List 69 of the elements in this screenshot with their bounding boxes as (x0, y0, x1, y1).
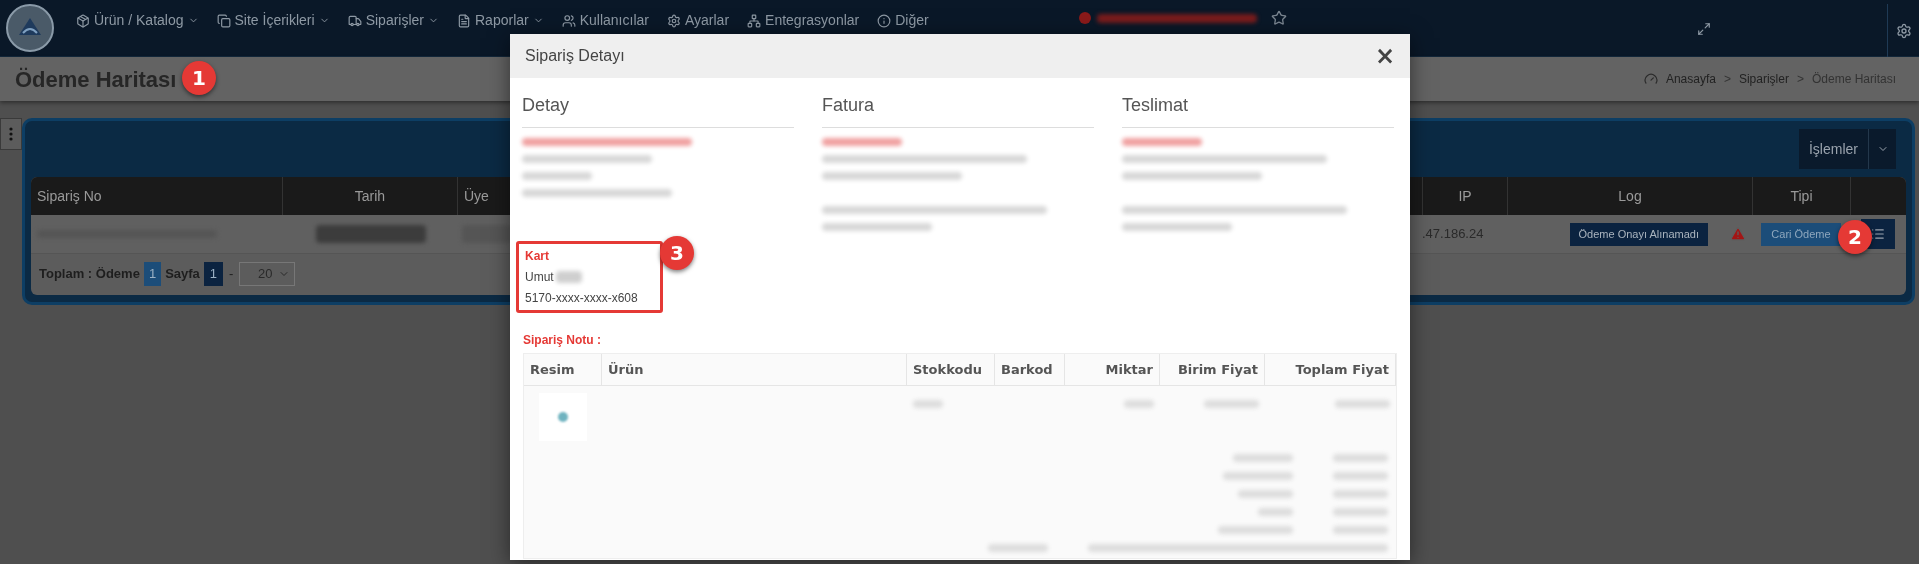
nav-menu-item[interactable]: Ayarlar (666, 10, 730, 31)
menu-icon (666, 13, 681, 28)
redacted-text (1233, 454, 1293, 462)
menu-icon (457, 13, 471, 28)
redacted-text (1335, 400, 1390, 408)
column-header: Ürün (602, 354, 907, 385)
menu-icon (747, 13, 762, 28)
redacted-text (988, 544, 1048, 552)
breadcrumb-separator: > (1796, 71, 1804, 88)
card-number: 5170-xxxx-xxxx-x608 (525, 290, 639, 307)
list-icon (1871, 227, 1885, 241)
redacted-text (1333, 508, 1388, 516)
menu-icon (877, 13, 892, 28)
column-header: Birim Fiyat (1160, 354, 1265, 385)
nav-menu-item[interactable]: Kullanıcılar (561, 10, 649, 31)
menu-icon (216, 13, 231, 28)
total-count: 1 (143, 262, 162, 286)
redacted-text (522, 172, 592, 180)
redacted-text (1333, 472, 1388, 480)
dashboard-icon (1643, 72, 1658, 86)
sidebar-toggle[interactable] (0, 118, 22, 150)
log-status-button[interactable]: Ödeme Onayı Alınamadı (1569, 222, 1708, 246)
menu-icon (76, 13, 90, 28)
redacted-text (1333, 490, 1388, 498)
payment-type-button[interactable]: Cari Ödeme (1761, 222, 1841, 246)
product-thumbnail (539, 393, 587, 441)
redacted-text (1204, 400, 1259, 408)
page-title: Ödeme Haritası (15, 65, 177, 94)
modal-title: Sipariş Detayı (525, 46, 625, 66)
nav-menu-item[interactable]: Diğer (877, 10, 929, 31)
page-number: 1 (203, 262, 224, 286)
section-heading: Detay (522, 92, 794, 128)
nav-menu-item[interactable]: Siparişler (347, 10, 439, 31)
total-label: Toplam : Ödeme (39, 265, 140, 284)
column-header: Stokkodu (907, 354, 995, 385)
separator-text: - (229, 265, 234, 284)
section-heading: Teslimat (1122, 92, 1394, 128)
card-holder: Umut (525, 269, 554, 286)
column-header: Miktar (1065, 354, 1160, 385)
breadcrumb-separator: > (1723, 71, 1731, 88)
redacted-text (1258, 508, 1293, 516)
menu-icon (347, 13, 362, 28)
nav-menu-item[interactable]: Site İçerikleri (216, 10, 330, 31)
redacted-text (1333, 526, 1388, 534)
redacted-text (1333, 454, 1388, 462)
close-button[interactable]: × (1374, 44, 1395, 68)
redacted-text (913, 400, 943, 408)
redacted-text (462, 225, 512, 243)
star-icon (1270, 10, 1287, 26)
column-header: Barkod (995, 354, 1065, 385)
settings-icon[interactable] (1895, 22, 1912, 39)
nav-menu-item[interactable]: Ürün / Katalog (76, 10, 199, 31)
column-header: Toplam Fiyat (1265, 354, 1396, 385)
section-heading: Fatura (822, 92, 1094, 128)
nav-menu-item[interactable]: Entegrasyonlar (747, 10, 860, 31)
logo-icon (6, 4, 54, 52)
fullscreen-icon[interactable] (1697, 22, 1711, 36)
order-note-label: Sipariş Notu : (523, 333, 601, 347)
card-label: Kart (525, 248, 550, 265)
kebab-icon (9, 127, 13, 141)
page-label: Sayfa (165, 265, 200, 284)
nav-menu-item[interactable]: Raporlar (457, 10, 544, 31)
redacted-text (1124, 400, 1154, 408)
menu-icon (561, 13, 576, 28)
redacted-text (1223, 472, 1293, 480)
redacted-text (555, 271, 582, 283)
column-header: Resim (524, 354, 602, 385)
redacted-text (1238, 490, 1293, 498)
actions-dropdown[interactable]: İşlemler (1799, 129, 1896, 169)
